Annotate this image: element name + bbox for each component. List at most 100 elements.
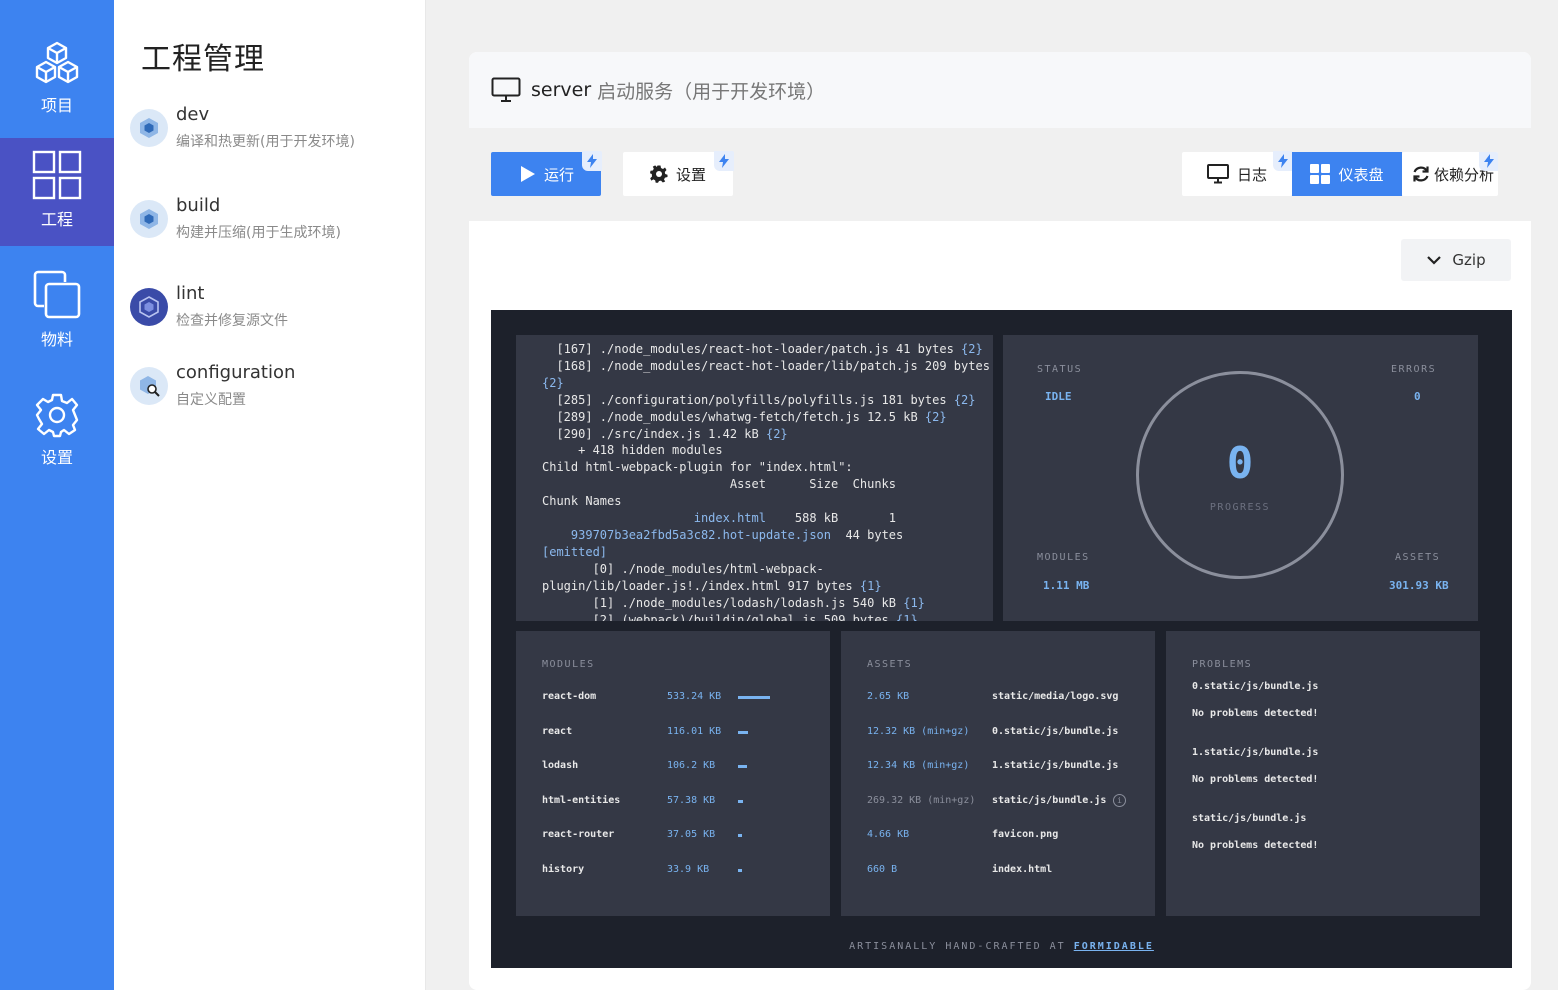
progress-value: 0 — [1226, 438, 1254, 489]
play-icon — [518, 165, 536, 183]
list-item-lint[interactable]: lint 检查并修复源文件 — [130, 283, 288, 330]
nav-label: 项目 — [40, 96, 73, 115]
log-line: [285] ./configuration/polyfills/polyfill… — [542, 392, 976, 407]
asset-row: 2.65 KB static/media/logo.svg — [867, 691, 1147, 705]
gzip-dropdown[interactable]: Gzip — [1401, 239, 1511, 281]
asset-name: 1.static/js/bundle.js — [992, 760, 1119, 771]
eslint-icon — [130, 287, 168, 326]
module-size: 116.01 KB — [667, 725, 722, 737]
module-name: html-entities — [542, 794, 621, 806]
modules-label: MODULES — [1037, 552, 1090, 563]
item-desc: 自定义配置 — [176, 392, 246, 408]
log-line: [168] ./node_modules/react-hot-loader/li… — [542, 358, 990, 373]
tab-log[interactable]: 日志 — [1182, 151, 1293, 196]
module-name: react-router — [542, 829, 615, 840]
asset-row: 269.32 KB (min+gz) static/js/bundle.js i — [867, 793, 1147, 809]
module-row: lodash 106.2 KB — [542, 760, 802, 774]
module-name: react — [542, 725, 573, 737]
monitor-icon — [1206, 164, 1229, 184]
log-line: [289] ./node_modules/whatwg-fetch/fetch.… — [542, 409, 947, 424]
log-line: plugin/lib/loader.js!./index.html 917 by… — [542, 578, 882, 593]
module-size: 106.2 KB — [667, 760, 716, 771]
formidable-link[interactable]: FORMIDABLE — [1074, 941, 1154, 952]
log-line: [290] ./src/index.js 1.42 kB {2} — [542, 426, 788, 441]
problems-panel: PROBLEMS 0.static/js/bundle.js No problem… — [1166, 631, 1480, 916]
webpack-dashboard: [167] ./node_modules/react-hot-loader/pa… — [491, 310, 1512, 968]
status-value: IDLE — [1045, 390, 1072, 403]
list-item-dev[interactable]: dev 编译和热更新(用于开发环境) — [130, 104, 355, 151]
module-size-bar — [738, 696, 770, 699]
asset-size: 269.32 KB (min+gz) — [867, 794, 976, 806]
asset-size: 12.34 KB (min+gz) — [867, 760, 970, 771]
log-line: Asset Size Chunks — [542, 477, 897, 492]
info-icon[interactable]: i — [1113, 793, 1126, 807]
problems-title: PROBLEMS — [1192, 659, 1253, 670]
log-line: [1] ./node_modules/lodash/lodash.js 540 … — [542, 595, 925, 610]
task-name: server — [531, 79, 592, 101]
asset-size: 12.32 KB (min+gz) — [867, 725, 970, 737]
task-card: server 启动服务（用于开发环境） 运行 设置 日志 仪表盘 依赖分析 Gz… — [469, 52, 1531, 990]
tab-dashboard[interactable]: 仪表盘 — [1292, 152, 1402, 196]
progress-ring: 0 PROGRESS — [1136, 371, 1344, 579]
asset-row: 12.32 KB (min+gz) 0.static/js/bundle.js — [867, 726, 1147, 740]
settings-button[interactable]: 设置 — [623, 151, 734, 196]
log-label: 日志 — [1236, 165, 1267, 184]
module-size-bar — [738, 765, 747, 768]
run-label: 运行 — [543, 165, 574, 184]
list-item-build[interactable]: build 构建并压缩(用于生成环境) — [130, 195, 341, 242]
refresh-icon — [1412, 165, 1430, 183]
nav-item-project[interactable]: 项目 — [0, 20, 114, 128]
toolbar: 运行 设置 日志 仪表盘 依赖分析 — [469, 128, 1531, 221]
assets-label: ASSETS — [1395, 552, 1441, 563]
nav-item-material[interactable]: 物料 — [0, 256, 114, 364]
nav-item-settings[interactable]: 设置 — [0, 374, 114, 482]
asset-row: 660 B index.html — [867, 864, 1147, 878]
item-desc: 检查并修复源文件 — [176, 313, 288, 329]
log-line: + 418 hidden modules — [542, 443, 723, 458]
lightning-icon — [714, 151, 734, 171]
log-line: [2] (webpack)/buildin/global.js 509 byte… — [542, 612, 918, 622]
module-size: 37.05 KB — [667, 829, 716, 840]
item-name: configuration — [176, 362, 296, 383]
nav-item-engineering[interactable]: 工程 — [0, 138, 114, 246]
asset-row: 12.34 KB (min+gz) 1.static/js/bundle.js — [867, 760, 1147, 774]
item-name: build — [176, 195, 221, 216]
module-size-bar — [738, 834, 742, 837]
log-line: index.html 588 kB 1 — [693, 511, 897, 526]
config-search-icon — [130, 366, 168, 405]
run-button[interactable]: 运行 — [491, 151, 602, 196]
asset-name: static/media/logo.svg — [992, 691, 1119, 702]
errors-value: 0 — [1414, 390, 1421, 403]
log-line: [emitted] — [542, 544, 608, 559]
list-item-configuration[interactable]: configuration 自定义配置 — [130, 362, 295, 409]
module-size-bar — [738, 730, 748, 734]
dashboard-grid-icon — [1310, 164, 1331, 184]
module-size: 57.38 KB — [667, 794, 716, 806]
gear-icon — [34, 392, 80, 438]
nav-label: 物料 — [40, 330, 73, 349]
cubes-icon — [32, 40, 82, 86]
item-name: lint — [176, 283, 205, 304]
module-size-bar — [738, 868, 742, 872]
item-desc: 构建并压缩(用于生成环境) — [176, 225, 341, 241]
problem-file: static/js/bundle.js — [1192, 813, 1307, 824]
status-panel: STATUS IDLE ERRORS 0 MODULES 1.11 MB ASS… — [1003, 335, 1478, 621]
settings-label: 设置 — [675, 165, 706, 184]
log-line: {2} — [542, 375, 564, 390]
errors-label: ERRORS — [1391, 364, 1437, 375]
card-header: server 启动服务（用于开发环境） — [469, 52, 1531, 128]
lightning-icon — [582, 151, 602, 171]
log-panel[interactable]: [167] ./node_modules/react-hot-loader/pa… — [516, 335, 993, 621]
chevron-down-icon — [1427, 256, 1442, 265]
item-name: dev — [176, 104, 210, 125]
tab-analyze[interactable]: 依赖分析 — [1402, 152, 1498, 196]
log-line: [167] ./node_modules/react-hot-loader/pa… — [542, 342, 983, 356]
assets-panel: ASSETS 2.65 KB static/media/logo.svg 12.32… — [841, 631, 1155, 916]
asset-name: favicon.png — [992, 829, 1059, 840]
lightning-icon — [1479, 152, 1498, 171]
gear-icon — [649, 165, 668, 183]
problem-file: 1.static/js/bundle.js — [1192, 747, 1319, 758]
dashboard-footer: ARTISANALLY HAND-CRAFTED AT FORMIDABLE — [491, 941, 1512, 952]
project-list-panel: 工程管理 dev 编译和热更新(用于开发环境) build 构建并压缩(用于生成… — [114, 0, 426, 990]
log-line: Chunk Names — [542, 494, 622, 509]
